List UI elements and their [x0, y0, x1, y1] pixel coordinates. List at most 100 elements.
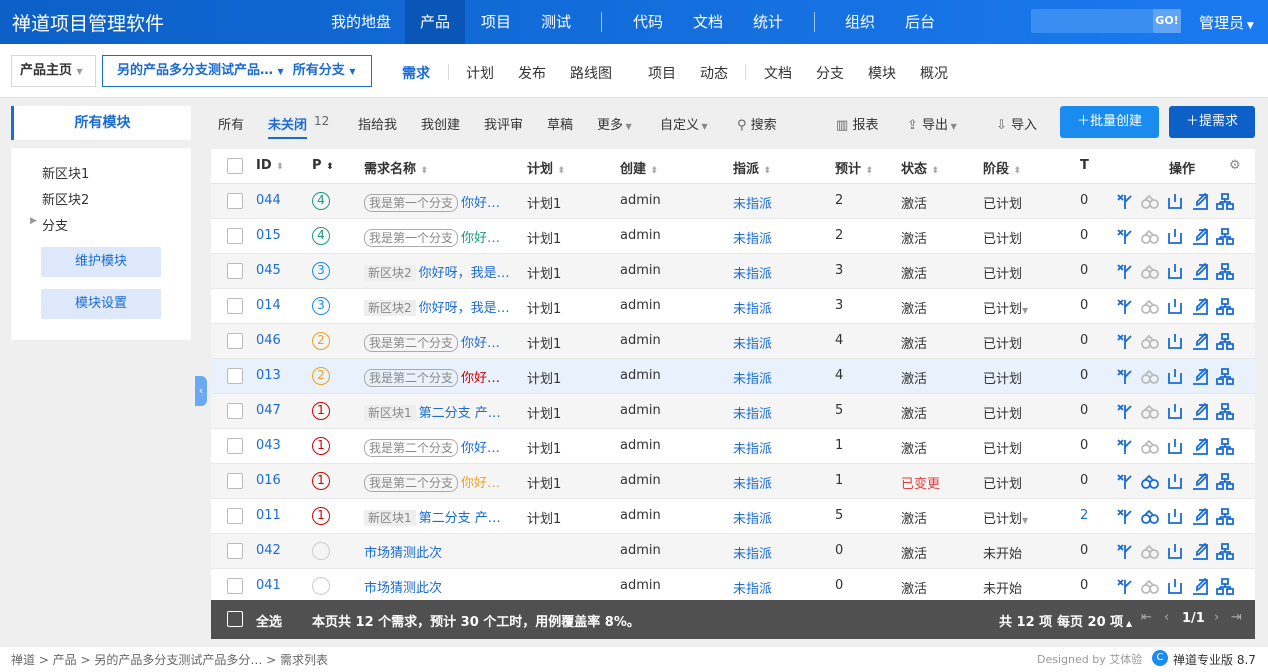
review-icon[interactable]: [1140, 367, 1160, 387]
edit-icon[interactable]: [1190, 192, 1210, 212]
edit-icon[interactable]: [1190, 542, 1210, 562]
col-assign[interactable]: 指派 ⬍: [733, 158, 771, 177]
story-title[interactable]: 你好…: [461, 231, 500, 246]
nav-doc[interactable]: 文档: [682, 0, 734, 44]
filter-tab-review[interactable]: 我评审: [484, 114, 523, 133]
assign-link[interactable]: 未指派: [733, 368, 772, 387]
row-checkbox[interactable]: [227, 473, 243, 489]
change-icon[interactable]: [1115, 227, 1135, 247]
tree-item-module2[interactable]: 新区块2: [42, 189, 89, 208]
row-checkbox[interactable]: [227, 578, 243, 594]
story-id[interactable]: 016: [256, 473, 281, 488]
nav-stats[interactable]: 统计: [742, 0, 794, 44]
review-icon[interactable]: [1140, 472, 1160, 492]
prev-page-icon[interactable]: ‹: [1164, 610, 1169, 625]
story-id[interactable]: 041: [256, 578, 281, 593]
row-checkbox[interactable]: [227, 228, 243, 244]
assign-link[interactable]: 未指派: [733, 298, 772, 317]
table-row[interactable]: 013 2 我是第二个分支 你好… 计划1 admin 未指派 4 激活 已计划 0: [211, 359, 1255, 394]
first-page-icon[interactable]: ⇤: [1141, 610, 1152, 625]
assign-link[interactable]: 未指派: [733, 193, 772, 212]
user-menu[interactable]: 管理员 ▼: [1199, 12, 1254, 33]
change-icon[interactable]: [1115, 332, 1135, 352]
subnav-release[interactable]: 发布: [518, 63, 546, 83]
subnav-story[interactable]: 需求: [402, 63, 430, 83]
edit-icon[interactable]: [1190, 367, 1210, 387]
story-title[interactable]: 你好呀，我是…: [419, 301, 510, 316]
row-checkbox[interactable]: [227, 543, 243, 559]
subnav-roadmap[interactable]: 路线图: [570, 63, 612, 83]
edit-icon[interactable]: [1190, 297, 1210, 317]
close-story-icon[interactable]: [1165, 507, 1185, 527]
edit-icon[interactable]: [1190, 472, 1210, 492]
col-status[interactable]: 状态 ⬍: [901, 158, 939, 177]
review-icon[interactable]: [1140, 192, 1160, 212]
filter-tab-custom[interactable]: 自定义 ▼: [660, 114, 708, 133]
create-case-icon[interactable]: [1215, 227, 1235, 247]
breadcrumb-branch-label[interactable]: 所有分支: [293, 63, 345, 78]
per-page-select[interactable]: 每页 20 项 ▲: [1057, 611, 1132, 630]
table-row[interactable]: 047 1 新区块1 第二分支 产… 计划1 admin 未指派 5 激活 已计划 0: [211, 394, 1255, 429]
close-story-icon[interactable]: [1165, 192, 1185, 212]
edit-icon[interactable]: [1190, 577, 1210, 597]
close-story-icon[interactable]: [1165, 402, 1185, 422]
review-icon[interactable]: [1140, 507, 1160, 527]
assign-link[interactable]: 未指派: [733, 438, 772, 457]
module-settings-button[interactable]: 模块设置: [41, 289, 161, 319]
search-go-button[interactable]: GO!: [1153, 9, 1181, 33]
col-task[interactable]: T: [1080, 158, 1089, 173]
change-icon[interactable]: [1115, 472, 1135, 492]
subnav-dynamic[interactable]: 动态: [700, 63, 728, 83]
table-row[interactable]: 041 市场猜测此次 admin 未指派 0 激活 未开始 0: [211, 569, 1255, 604]
story-title[interactable]: 你好呀，我是…: [419, 266, 510, 281]
subnav-plan[interactable]: 计划: [466, 63, 494, 83]
edit-icon[interactable]: [1190, 507, 1210, 527]
change-icon[interactable]: [1115, 507, 1135, 527]
filter-tab-created[interactable]: 我创建: [421, 114, 460, 133]
edit-icon[interactable]: [1190, 332, 1210, 352]
story-name[interactable]: 新区块2 你好呀，我是…: [364, 262, 514, 281]
export-button[interactable]: ⇪ 导出 ▼: [907, 114, 957, 133]
nav-admin[interactable]: 后台: [894, 0, 946, 44]
row-checkbox[interactable]: [227, 508, 243, 524]
create-case-icon[interactable]: [1215, 577, 1235, 597]
subnav-project[interactable]: 项目: [648, 63, 676, 83]
global-search-input[interactable]: [1031, 9, 1153, 33]
change-icon[interactable]: [1115, 542, 1135, 562]
row-checkbox[interactable]: [227, 368, 243, 384]
row-checkbox[interactable]: [227, 193, 243, 209]
table-row[interactable]: 016 1 我是第二个分支 你好… 计划1 admin 未指派 1 已变更 已计划 0: [211, 464, 1255, 499]
subnav-module[interactable]: 模块: [868, 63, 896, 83]
close-story-icon[interactable]: [1165, 332, 1185, 352]
create-case-icon[interactable]: [1215, 192, 1235, 212]
create-story-button[interactable]: ＋提需求: [1169, 106, 1255, 138]
table-row[interactable]: 046 2 我是第二个分支 你好… 计划1 admin 未指派 4 激活 已计划 0: [211, 324, 1255, 359]
story-stage[interactable]: 已计划▼: [983, 298, 1028, 317]
create-case-icon[interactable]: [1215, 402, 1235, 422]
review-icon[interactable]: [1140, 542, 1160, 562]
collapse-sidebar-handle[interactable]: ‹: [195, 376, 207, 406]
close-story-icon[interactable]: [1165, 262, 1185, 282]
close-story-icon[interactable]: [1165, 472, 1185, 492]
col-estimate[interactable]: 预计 ⬍: [835, 158, 873, 177]
change-icon[interactable]: [1115, 437, 1135, 457]
review-icon[interactable]: [1140, 227, 1160, 247]
story-name[interactable]: 新区块2 你好呀，我是…: [364, 297, 514, 316]
story-name[interactable]: 市场猜测此次: [364, 577, 514, 596]
close-story-icon[interactable]: [1165, 437, 1185, 457]
breadcrumb-home[interactable]: 产品主页 ▼: [11, 55, 96, 87]
table-row[interactable]: 011 1 新区块1 第二分支 产… 计划1 admin 未指派 5 激活 已计划▼ 2: [211, 499, 1255, 534]
col-priority[interactable]: P ⬍: [312, 158, 334, 173]
assign-link[interactable]: 未指派: [733, 508, 772, 527]
select-all-checkbox[interactable]: [227, 611, 243, 627]
review-icon[interactable]: [1140, 402, 1160, 422]
row-checkbox[interactable]: [227, 438, 243, 454]
col-stage[interactable]: 阶段 ⬍: [983, 158, 1021, 177]
story-name[interactable]: 我是第二个分支 你好…: [364, 437, 514, 457]
assign-link[interactable]: 未指派: [733, 228, 772, 247]
story-title[interactable]: 第二分支 产…: [419, 511, 501, 526]
nav-product[interactable]: 产品: [405, 0, 465, 44]
story-title[interactable]: 你好…: [461, 476, 500, 491]
assign-link[interactable]: 未指派: [733, 263, 772, 282]
tree-item-module1[interactable]: 新区块1: [42, 163, 89, 182]
